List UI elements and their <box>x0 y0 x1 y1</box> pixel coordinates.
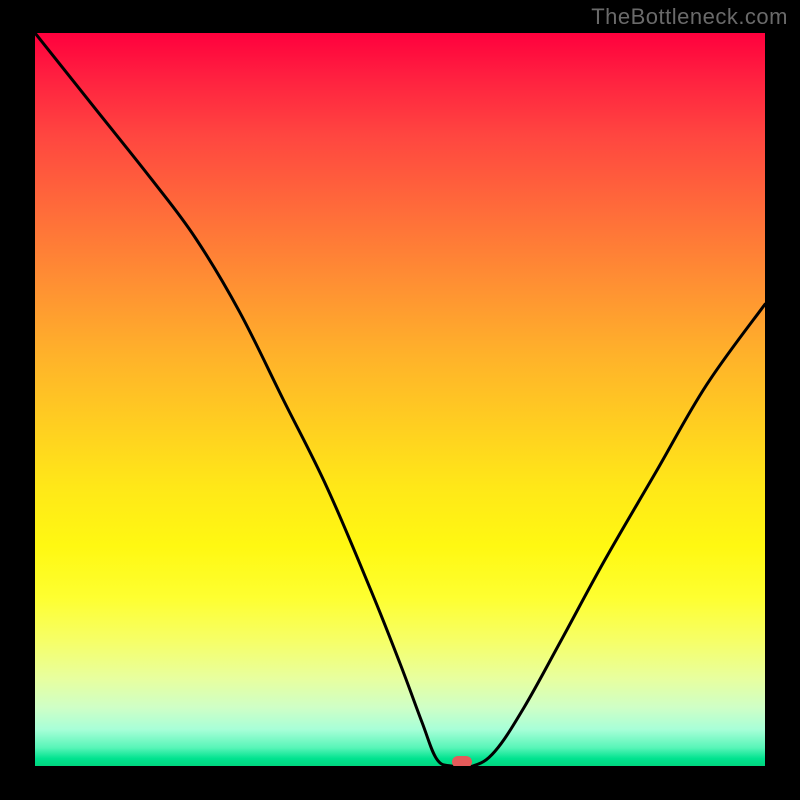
watermark-text: TheBottleneck.com <box>591 4 788 30</box>
chart-frame: TheBottleneck.com <box>0 0 800 800</box>
bottleneck-curve <box>35 33 765 766</box>
min-marker-icon <box>452 756 472 766</box>
plot-area <box>35 33 765 766</box>
